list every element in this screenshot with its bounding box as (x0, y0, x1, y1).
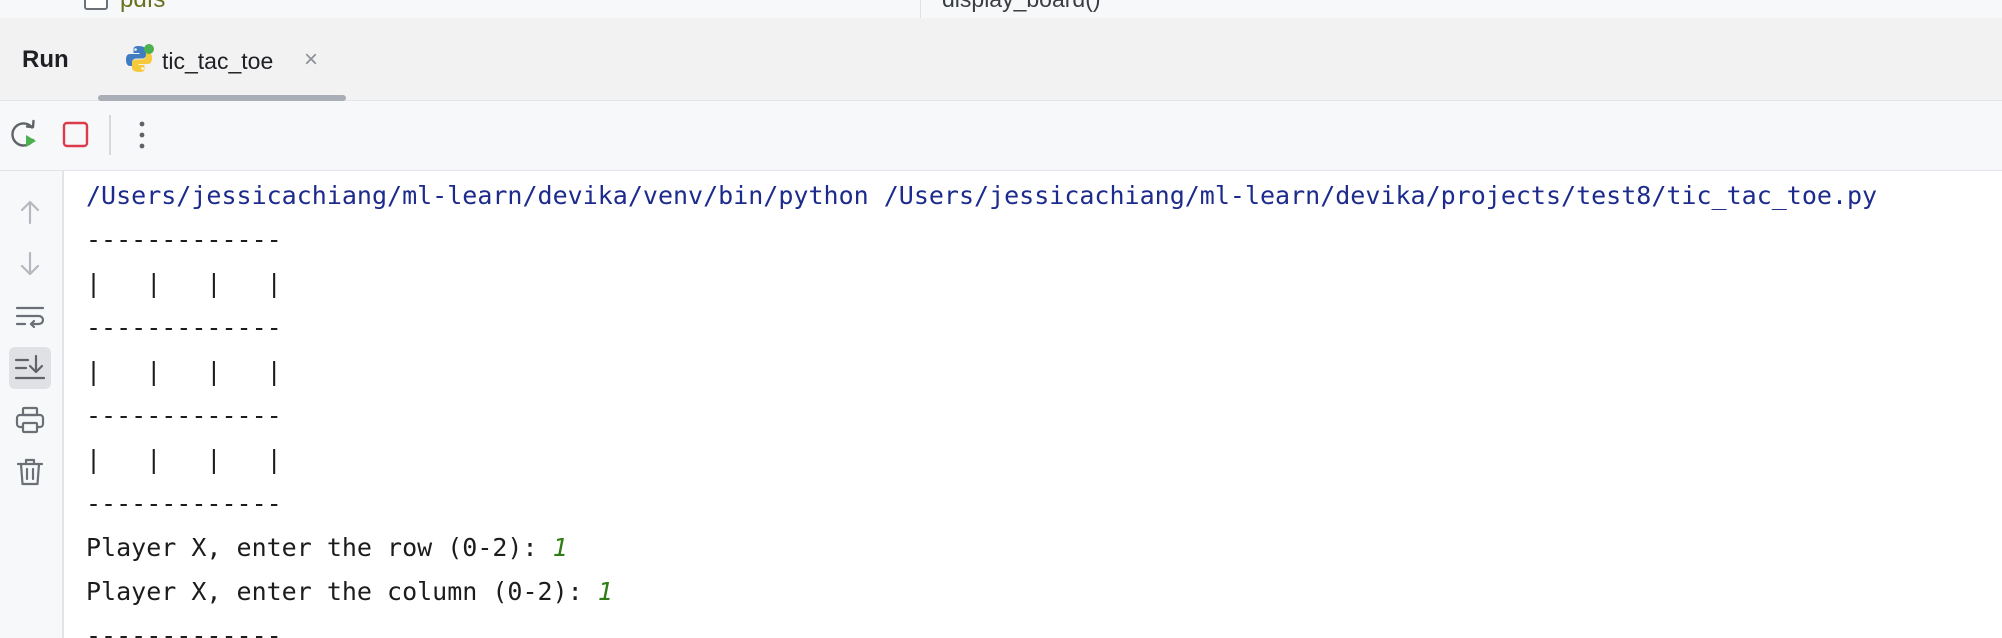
board-line: | | | | (86, 445, 282, 474)
run-title: Run (22, 46, 69, 73)
clear-all-button[interactable] (9, 451, 51, 493)
trash-icon (16, 458, 44, 486)
ide-window: pdfs display_board() Run tic_tac_toe × (0, 0, 2002, 638)
arrow-up-icon (20, 200, 40, 225)
user-input-row: 1 (552, 533, 568, 562)
board-line: | | | | (86, 357, 282, 386)
folder-label[interactable]: pdfs (120, 0, 165, 14)
tab-tic-tac-toe[interactable]: tic_tac_toe × (98, 18, 346, 101)
editor-strip: pdfs display_board() (0, 0, 2002, 19)
prompt-row-line: Player X, enter the row (0-2): 1 (86, 533, 568, 563)
print-button[interactable] (9, 399, 51, 441)
python-icon (126, 44, 154, 72)
folder-icon (84, 0, 108, 10)
down-stack-trace-button[interactable] (9, 243, 51, 285)
more-options-button[interactable] (125, 118, 159, 152)
prompt-column-line: Player X, enter the column (0-2): 1 (86, 577, 613, 607)
stop-button[interactable] (59, 118, 93, 152)
console-output[interactable]: /Users/jessicachiang/ml-learn/devika/ven… (64, 171, 2002, 638)
rerun-button[interactable] (8, 118, 42, 152)
more-vertical-icon (139, 121, 145, 149)
editor-divider (920, 0, 921, 18)
console-gutter (0, 171, 64, 638)
run-tool-window-header: Run tic_tac_toe × (0, 18, 2002, 101)
arrow-down-icon (20, 251, 40, 276)
prompt-column-text: Player X, enter the column (0-2): (86, 577, 598, 606)
run-command-line: /Users/jessicachiang/ml-learn/devika/ven… (86, 181, 1878, 210)
soft-wrap-icon (15, 306, 45, 329)
board-line: | | | | (86, 269, 282, 298)
board-line: ------------- (86, 489, 282, 518)
rerun-icon (11, 119, 36, 147)
soft-wrap-button[interactable] (9, 296, 51, 338)
close-icon[interactable]: × (304, 46, 318, 74)
user-input-column: 1 (597, 577, 613, 606)
board-line: ------------- (86, 225, 282, 254)
prompt-row-text: Player X, enter the row (0-2): (86, 533, 553, 562)
board-line: ------------- (86, 313, 282, 342)
board-line: ------------- (86, 621, 282, 638)
scroll-to-end-icon (14, 354, 46, 380)
up-stack-trace-button[interactable] (9, 191, 51, 233)
print-icon (15, 406, 45, 434)
code-fragment[interactable]: display_board() (942, 0, 1101, 13)
toolbar-separator (109, 115, 111, 155)
tab-label: tic_tac_toe (162, 48, 274, 74)
scroll-to-end-button[interactable] (9, 347, 51, 389)
run-toolbar (0, 101, 2002, 171)
stop-icon (62, 121, 89, 148)
board-line: ------------- (86, 401, 282, 430)
